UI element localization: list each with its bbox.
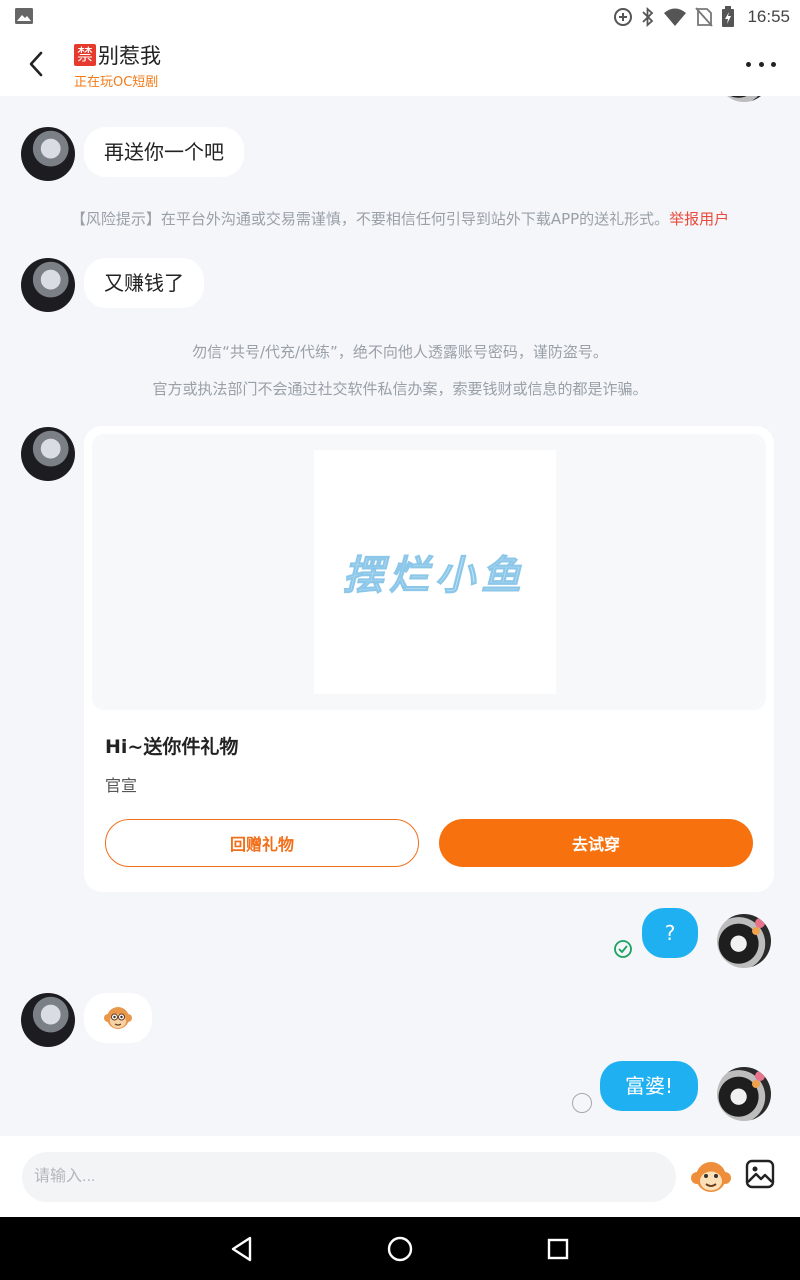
avatar-self[interactable] [717, 1067, 771, 1121]
no-sim-icon [695, 7, 714, 27]
message-bubble-self[interactable]: 富婆! [600, 1061, 698, 1111]
ban-badge: 禁 [74, 44, 96, 66]
message-input[interactable] [22, 1152, 676, 1202]
avatar-self[interactable] [717, 914, 771, 968]
status-time: 16:55 [747, 7, 790, 26]
data-saver-icon [614, 8, 633, 26]
report-user-link[interactable]: 举报用户 [669, 210, 729, 228]
sending-status-icon [572, 1093, 592, 1113]
nav-recents-button[interactable] [540, 1231, 576, 1267]
avatar-other[interactable] [21, 258, 75, 312]
more-button[interactable] [746, 52, 776, 76]
gift-description: 官宣 [105, 776, 138, 795]
gallery-notification-icon [15, 8, 33, 24]
avatar-other[interactable] [21, 127, 75, 181]
nav-home-icon [387, 1236, 413, 1262]
more-icon [746, 61, 751, 67]
message-bubble[interactable]: 再送你一个吧 [84, 127, 244, 177]
nav-back-button[interactable] [224, 1231, 260, 1267]
chat-title-block[interactable]: 禁 别惹我 正在玩OC短剧 [74, 40, 161, 90]
image-icon [745, 1159, 775, 1189]
back-arrow-icon [29, 51, 43, 77]
avatar-other[interactable] [21, 993, 75, 1047]
gift-image[interactable]: 摆烂小鱼 [92, 434, 766, 710]
return-gift-button[interactable]: 回赠礼物 [105, 819, 419, 867]
chat-subtitle: 正在玩OC短剧 [74, 75, 159, 90]
system-nav-bar [0, 1217, 800, 1280]
monkey-emoji-icon [104, 1007, 132, 1029]
wifi-icon [664, 8, 687, 26]
chat-area[interactable]: 再送你一个吧 【风险提示】在平台外沟通或交易需谨慎，不要相信任何引导到站外下载A… [0, 96, 800, 1136]
nav-recents-icon [547, 1238, 569, 1260]
battery-icon [722, 6, 735, 27]
message-bubble[interactable]: 又赚钱了 [84, 258, 204, 308]
avatar-self[interactable] [717, 96, 771, 102]
nav-home-button[interactable] [382, 1231, 418, 1267]
image-button[interactable] [744, 1158, 780, 1194]
chat-title: 别惹我 [98, 44, 161, 68]
gift-card[interactable]: 摆烂小鱼 Hi~送你件礼物 官宣 回赠礼物 去试穿 [84, 426, 774, 892]
emoji-message-bubble[interactable] [84, 993, 152, 1043]
risk-notice: 【风险提示】在平台外沟通或交易需谨慎，不要相信任何引导到站外下载APP的送礼形式… [0, 208, 800, 229]
try-on-button[interactable]: 去试穿 [439, 819, 753, 867]
emoji-button[interactable] [690, 1156, 732, 1198]
back-button[interactable] [18, 46, 54, 82]
message-bubble-self[interactable]: ? [642, 908, 698, 958]
chat-header: 禁 别惹我 正在玩OC短剧 [0, 34, 800, 96]
status-bar: 16:55 [0, 0, 800, 34]
safety-notice-line2: 官方或执法部门不会通过社交软件私信办案，索要钱财或信息的都是诈骗。 [152, 380, 648, 398]
input-bar [0, 1136, 800, 1217]
gift-image-text: 摆烂小鱼 [343, 553, 527, 600]
nav-back-icon [231, 1236, 252, 1262]
monkey-emoji-icon [691, 1162, 731, 1192]
safety-notice-line1: 勿信“共号/代充/代练”，绝不向他人透露账号密码，谨防盗号。 [192, 343, 608, 361]
bluetooth-icon [642, 7, 654, 27]
risk-notice-text: 【风险提示】在平台外沟通或交易需谨慎，不要相信任何引导到站外下载APP的送礼形式… [70, 210, 670, 228]
check-circle-icon [614, 940, 632, 958]
avatar-other[interactable] [21, 427, 75, 481]
gift-title: Hi~送你件礼物 [105, 736, 239, 758]
